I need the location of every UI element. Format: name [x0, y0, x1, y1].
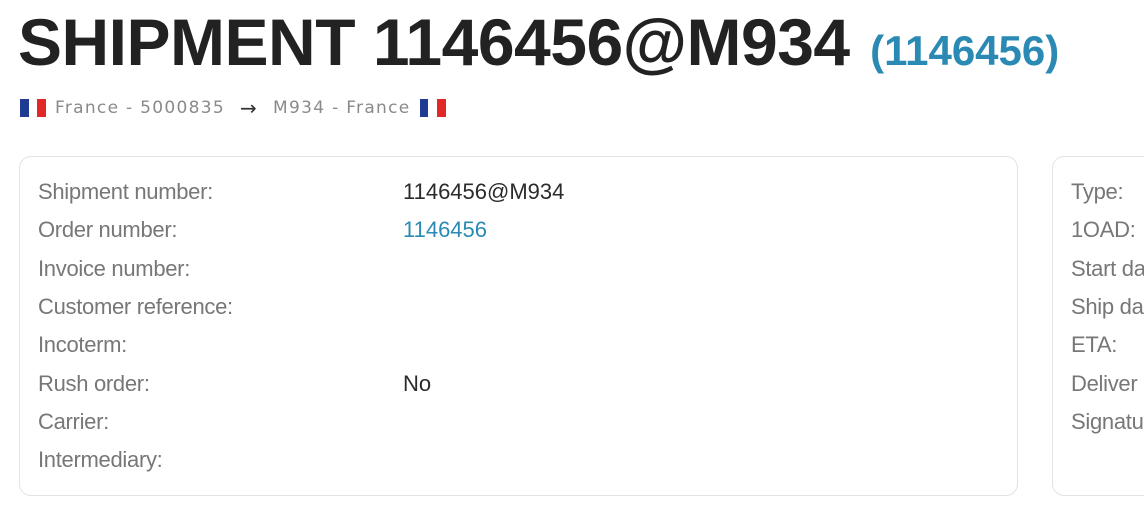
- order-reference-link[interactable]: (1146456): [870, 27, 1059, 74]
- field-label: Signatu: [1071, 409, 1144, 434]
- field-value: 1146456@M934: [403, 179, 565, 204]
- shipment-details-card: Shipment number: 1146456@M934 Order numb…: [19, 156, 1018, 496]
- field-shipment-number: Shipment number: 1146456@M934: [38, 173, 564, 211]
- page-title: SHIPMENT 1146456@M934: [18, 5, 850, 79]
- route-origin: France - 5000835: [55, 98, 225, 118]
- field-label: 1OAD:: [1071, 217, 1136, 242]
- field-label: Customer reference:: [38, 294, 233, 319]
- field-customer-reference: Customer reference:: [38, 288, 233, 326]
- field-label: Rush order:: [38, 371, 150, 396]
- field-label: Start da: [1071, 256, 1144, 281]
- field-delivery: Deliver: [1071, 365, 1138, 403]
- order-number-link[interactable]: 1146456: [403, 211, 487, 249]
- arrow-right-icon: →: [239, 96, 259, 120]
- page-header: SHIPMENT 1146456@M934 (1146456): [18, 6, 1059, 78]
- france-flag-icon: [419, 99, 446, 117]
- field-type: Type:: [1071, 173, 1124, 211]
- shipment-route: France - 5000835 → M934 - France: [20, 96, 446, 120]
- route-destination: M934 - France: [273, 98, 411, 118]
- field-eta: ETA:: [1071, 326, 1117, 364]
- field-carrier: Carrier:: [38, 403, 109, 441]
- field-label: Ship da: [1071, 294, 1144, 319]
- field-signature: Signatu: [1071, 403, 1144, 441]
- field-start-date: Start da: [1071, 250, 1144, 288]
- field-invoice-number: Invoice number:: [38, 250, 190, 288]
- field-label: Carrier:: [38, 409, 109, 434]
- field-value: No: [403, 371, 432, 396]
- field-label: Deliver: [1071, 371, 1138, 396]
- field-label: Invoice number:: [38, 256, 191, 281]
- field-label: Incoterm:: [38, 332, 127, 357]
- field-label: ETA:: [1071, 332, 1118, 357]
- france-flag-icon: [20, 99, 46, 117]
- field-rush-order: Rush order: No: [38, 365, 431, 403]
- field-label: Shipment number:: [38, 179, 213, 204]
- field-1oad: 1OAD:: [1071, 211, 1136, 249]
- shipment-dates-card: Type: 1OAD: Start da Ship da ETA: Delive…: [1052, 156, 1144, 496]
- field-label: Order number:: [38, 217, 178, 242]
- field-label: Intermediary:: [38, 447, 163, 472]
- field-intermediary: Intermediary:: [38, 441, 163, 479]
- field-ship-date: Ship da: [1071, 288, 1144, 326]
- field-label: Type:: [1071, 179, 1124, 204]
- field-incoterm: Incoterm:: [38, 326, 127, 364]
- field-order-number: Order number: 1146456: [38, 211, 487, 249]
